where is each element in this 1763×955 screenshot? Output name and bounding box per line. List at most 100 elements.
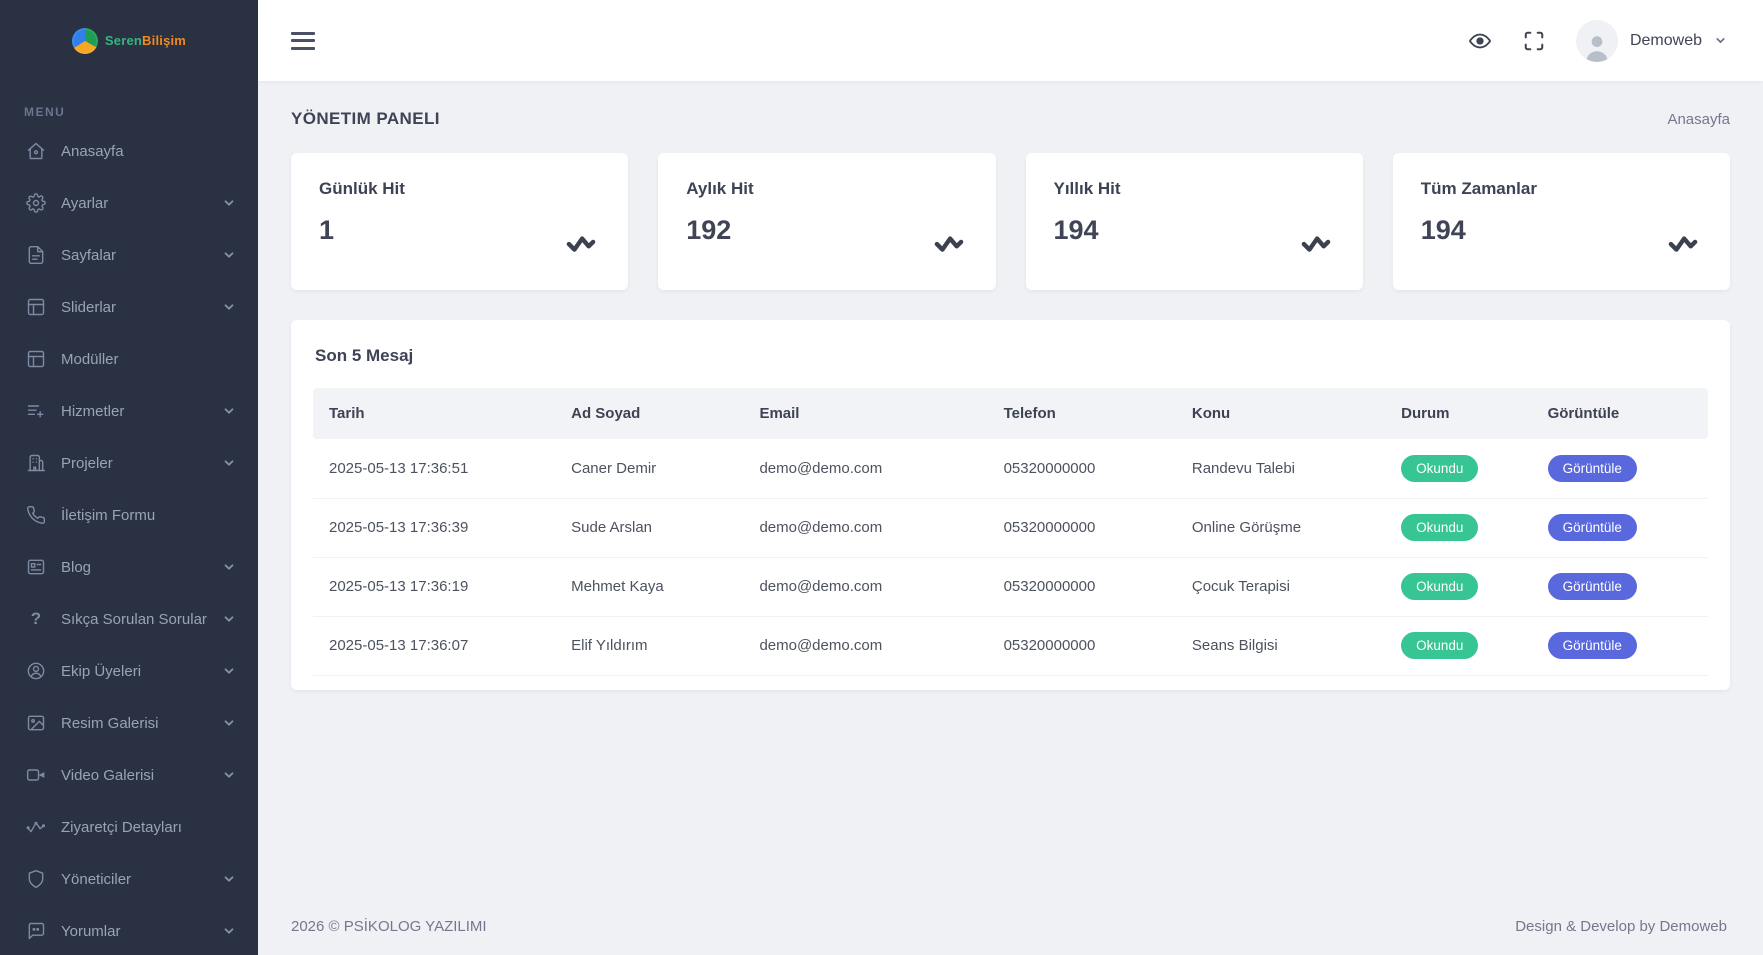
stat-value: 194 (1053, 215, 1099, 245)
cell-subject: Randevu Talebi (1177, 439, 1388, 499)
fullscreen-icon[interactable] (1522, 29, 1546, 53)
footer-copyright: 2026 © PSİKOLOG YAZILIMI (291, 917, 487, 935)
stat-label: Tüm Zamanlar (1420, 179, 1537, 198)
sidebar-item-ekip-üyeleri[interactable]: Ekip Üyeleri (0, 645, 258, 697)
cell-email: demo@demo.com (745, 557, 990, 617)
user-menu[interactable]: Demoweb (1575, 19, 1727, 62)
chevron-down-icon (222, 612, 236, 626)
sidebar-item-yorumlar[interactable]: Yorumlar (0, 905, 258, 955)
sidebar: SerenBilişim MENU Anasayfa Ayarlar Sayfala… (0, 0, 258, 955)
table-row: 2025-05-13 17:36:39 Sude Arslan demo@demo.… (313, 498, 1708, 558)
stat-label: Aylık Hit (686, 179, 754, 198)
cell-name: Mehmet Kaya (557, 557, 746, 617)
chevron-down-icon (222, 560, 236, 574)
stat-card-4: Tüm Zamanlar 194 (1392, 153, 1730, 290)
phone-icon (26, 505, 46, 525)
sidebar-item-label: Blog (61, 558, 92, 576)
avatar (1575, 19, 1618, 62)
sidebar-item-modüller[interactable]: Modüller (0, 333, 258, 385)
chevron-down-icon (222, 300, 236, 314)
list-plus-icon (26, 401, 46, 421)
view-button[interactable]: Görüntüle (1547, 513, 1637, 542)
cell-date: 2025-05-13 17:36:51 (313, 439, 558, 499)
sidebar-item-i-letişim-formu[interactable]: İletişim Formu (0, 489, 258, 541)
chevron-down-icon (222, 716, 236, 730)
chevron-down-icon (222, 404, 236, 418)
table-header-row: Tarih Ad Soyad Email Telefon Konu Durum Görünt… (313, 388, 1708, 439)
chevron-down-icon (222, 872, 236, 886)
sidebar-item-ayarlar[interactable]: Ayarlar (0, 177, 258, 229)
view-button[interactable]: Görüntüle (1547, 572, 1637, 601)
stat-card-3: Yıllık Hit 194 (1025, 153, 1363, 290)
status-badge[interactable]: Okundu (1401, 572, 1479, 601)
sidebar-item-label: Ziyaretçi Detayları (61, 818, 182, 836)
main-area: Demoweb YÖNETIM PANELI Anasayfa Günlük H… (258, 0, 1763, 955)
sidebar-item-sıkça-sorulan-sorular[interactable]: ? Sıkça Sorulan Sorular (0, 593, 258, 645)
sidebar-item-projeler[interactable]: Projeler (0, 437, 258, 489)
cell-phone: 05320000000 (989, 616, 1178, 676)
cell-date: 2025-05-13 17:36:07 (313, 616, 558, 676)
sidebar-item-label: Resim Galerisi (61, 714, 159, 732)
sidebar-item-yöneticiler[interactable]: Yöneticiler (0, 853, 258, 905)
cell-subject: Çocuk Terapisi (1177, 557, 1388, 617)
cell-date: 2025-05-13 17:36:39 (313, 498, 558, 558)
sidebar-item-label: Sliderlar (61, 298, 117, 316)
table-row: 2025-05-13 17:36:19 Mehmet Kaya demo@demo.… (313, 557, 1708, 617)
cell-name: Elif Yıldırım (557, 616, 746, 676)
cell-name: Caner Demir (557, 439, 746, 499)
sidebar-item-label: Projeler (61, 454, 113, 472)
sidebar-item-label: Video Galerisi (61, 766, 155, 784)
cell-phone: 05320000000 (989, 498, 1178, 558)
column-header: Durum (1387, 388, 1534, 439)
brand-logo[interactable]: SerenBilişim (0, 0, 258, 81)
chevron-down-icon (222, 664, 236, 678)
stat-value: 192 (686, 215, 732, 245)
sidebar-item-blog[interactable]: Blog (0, 541, 258, 593)
sidebar-item-anasayfa[interactable]: Anasayfa (0, 125, 258, 177)
activity-icon (26, 817, 46, 837)
view-button[interactable]: Görüntüle (1547, 454, 1637, 482)
chevron-down-icon (222, 248, 236, 262)
layout-icon (26, 349, 46, 369)
stat-value: 1 (319, 215, 335, 245)
status-badge[interactable]: Okundu (1401, 454, 1479, 482)
table-row: 2025-05-13 17:36:51 Caner Demir demo@demo.… (313, 439, 1708, 499)
status-badge[interactable]: Okundu (1401, 513, 1479, 542)
column-header: Tarih (313, 388, 558, 439)
breadcrumb[interactable]: Anasayfa (1667, 111, 1730, 128)
gear-icon (26, 193, 46, 213)
stat-value: 194 (1420, 215, 1466, 245)
sidebar-item-label: Hizmetler (61, 402, 125, 420)
blog-card-icon (26, 557, 46, 577)
brand-logo-icon (71, 27, 98, 54)
footer-credit: Design & Develop by Demoweb (1515, 917, 1727, 935)
sidebar-section-label: MENU (24, 105, 66, 119)
chevron-down-icon (222, 768, 236, 782)
column-header: Telefon (989, 388, 1178, 439)
stat-label: Yıllık Hit (1053, 179, 1121, 198)
menu-toggle-icon[interactable] (291, 31, 315, 50)
chevron-down-icon (222, 456, 236, 470)
stat-card-2: Aylık Hit 192 (658, 153, 996, 290)
sidebar-item-sayfalar[interactable]: Sayfalar (0, 229, 258, 281)
cell-phone: 05320000000 (989, 557, 1178, 617)
sidebar-item-video-galerisi[interactable]: Video Galerisi (0, 749, 258, 801)
status-badge[interactable]: Okundu (1401, 631, 1479, 660)
shield-icon (26, 869, 46, 889)
eye-icon[interactable] (1468, 29, 1492, 53)
sidebar-menu: Anasayfa Ayarlar Sayfalar Sliderlar Modüller… (0, 125, 258, 955)
sidebar-item-resim-galerisi[interactable]: Resim Galerisi (0, 697, 258, 749)
activity-icon (1299, 232, 1333, 254)
view-button[interactable]: Görüntüle (1547, 631, 1637, 660)
sidebar-item-sliderlar[interactable]: Sliderlar (0, 281, 258, 333)
sidebar-item-label: Sıkça Sorulan Sorular (61, 610, 207, 628)
stats-grid: Günlük Hit 1 Aylık Hit 192 Yıllık Hit 194 Tüm … (291, 153, 1730, 290)
sidebar-item-label: İletişim Formu (61, 506, 156, 524)
sidebar-item-hizmetler[interactable]: Hizmetler (0, 385, 258, 437)
column-header: Konu (1177, 388, 1388, 439)
column-header: Ad Soyad (557, 388, 746, 439)
page-title: YÖNETIM PANELI (291, 109, 440, 128)
column-header: Görüntüle (1533, 388, 1708, 439)
sidebar-item-ziyaretçi-detayları[interactable]: Ziyaretçi Detayları (0, 801, 258, 853)
messages-table: Tarih Ad Soyad Email Telefon Konu Durum Görünt… (313, 388, 1708, 676)
